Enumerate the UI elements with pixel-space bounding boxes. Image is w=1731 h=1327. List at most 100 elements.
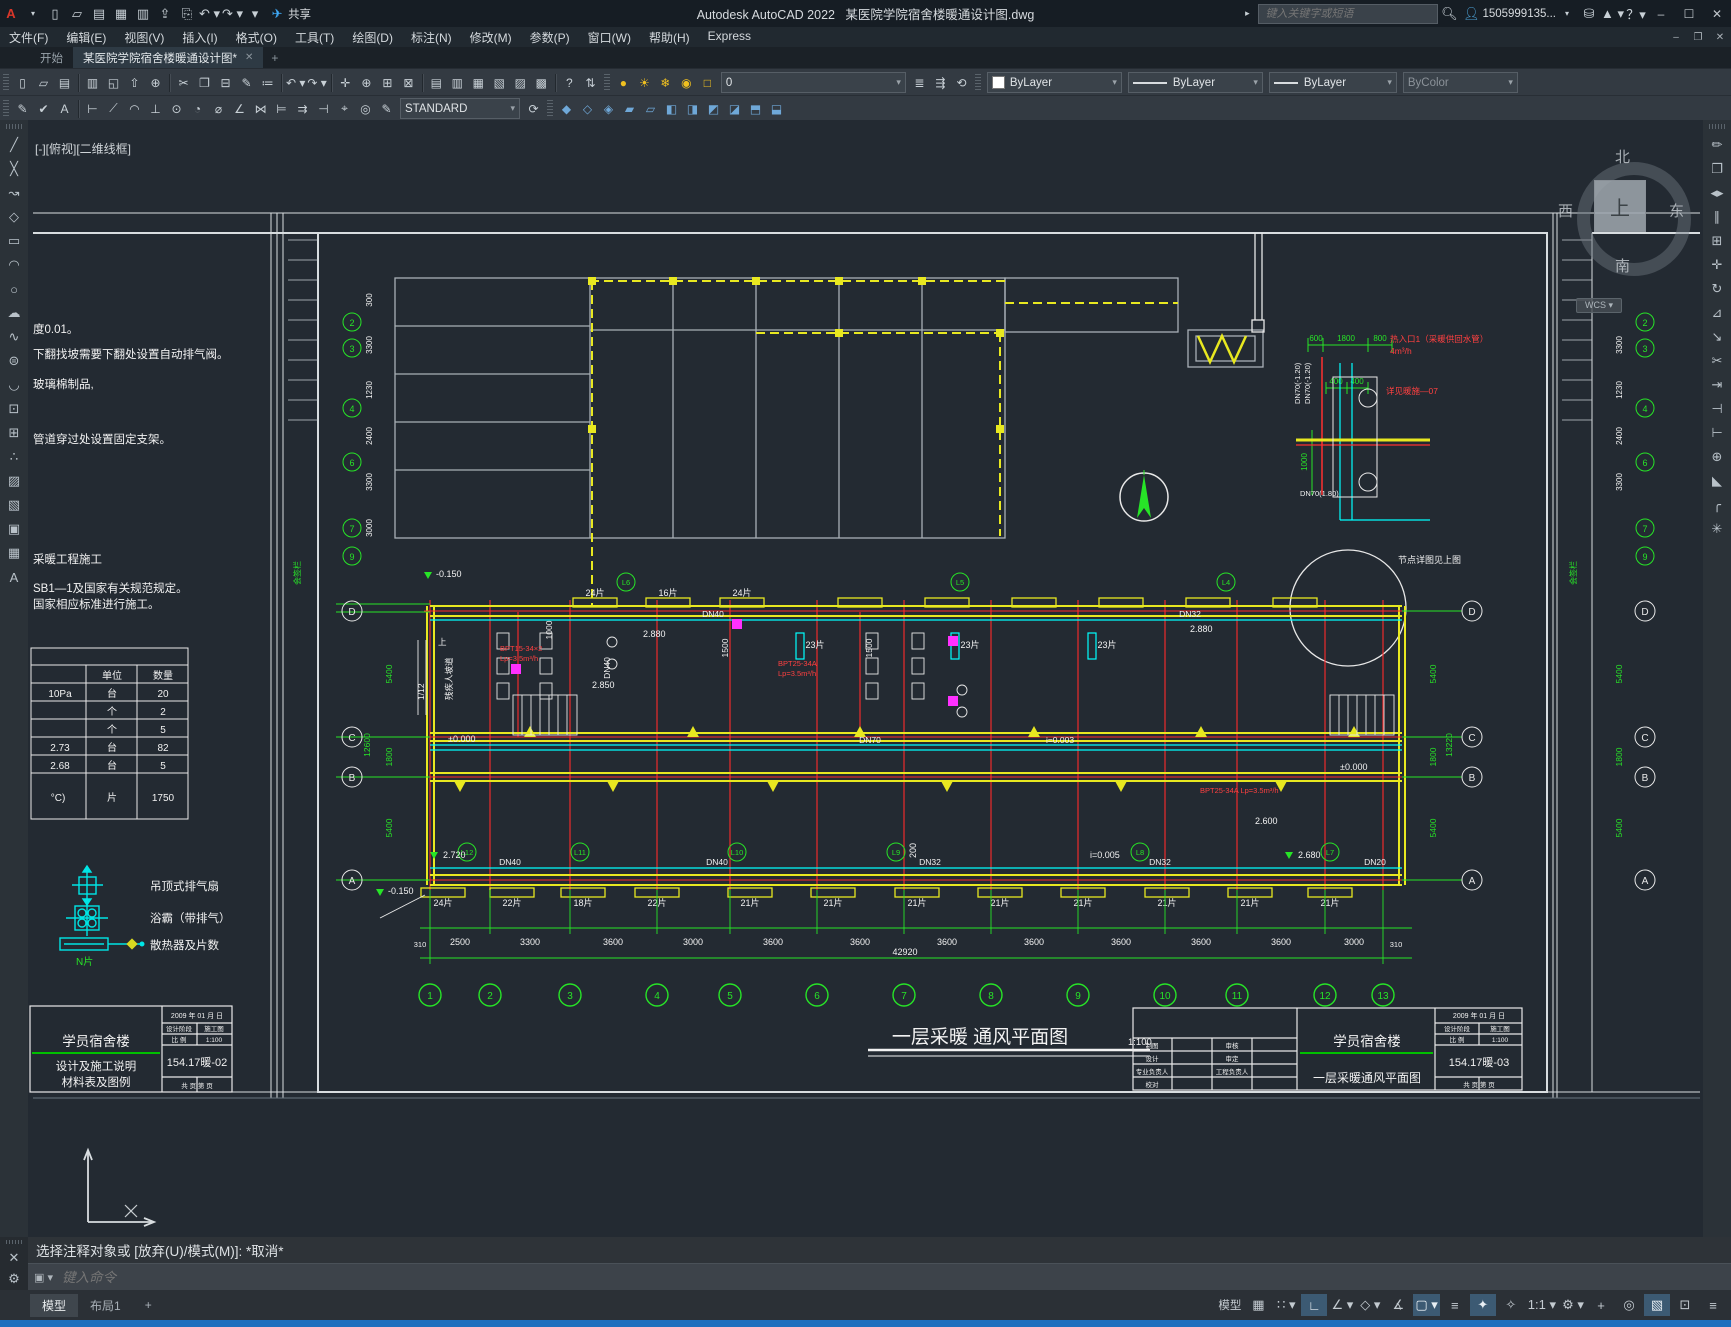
join-icon[interactable]: ⊕	[1706, 446, 1728, 468]
search-expand-icon[interactable]: ▸	[1237, 4, 1257, 24]
search-icon[interactable]: 🔍︎	[1439, 4, 1459, 24]
point-icon[interactable]: ∴	[3, 446, 25, 468]
grid-icon[interactable]: ▦	[1245, 1294, 1271, 1316]
extend-icon[interactable]: ⇥	[1706, 374, 1728, 396]
undo-icon[interactable]: ↶ ▾	[199, 4, 220, 24]
drawing[interactable]: 会签栏 会签栏 度0.01。 下翻找坡需要下翻处设置自动排气阀。 玻璃棉制品, …	[28, 120, 1703, 1237]
tab-start[interactable]: 开始	[30, 47, 73, 68]
new-layout-button[interactable]: +	[133, 1295, 164, 1315]
spell-check-icon[interactable]: ✔	[34, 99, 53, 118]
menu-item[interactable]: 帮助(H)	[640, 29, 699, 46]
previous-layer-icon[interactable]: ⟲	[952, 73, 971, 92]
user-icon[interactable]: 👤︎	[1461, 4, 1481, 24]
zoom-previous-icon[interactable]: ⊠	[399, 73, 418, 92]
annotation-visibility-icon[interactable]: ✦	[1469, 1294, 1496, 1316]
maximize-button[interactable]: ☐	[1675, 7, 1703, 21]
polyline-icon[interactable]: ↝	[3, 182, 25, 204]
command-prompt-icon[interactable]: ▣ ▾	[34, 1271, 53, 1284]
layer-color-icon[interactable]: □	[698, 73, 717, 92]
ellipse-arc-icon[interactable]: ◡	[3, 374, 25, 396]
lineweight-dropdown[interactable]: ByLayer ▾	[1268, 72, 1397, 93]
line-icon[interactable]: ╱	[3, 134, 25, 156]
layer-dropdown[interactable]: 0 ▾	[720, 72, 906, 93]
dim-tolerance-icon[interactable]: ⌖	[335, 99, 354, 118]
color-dropdown[interactable]: ByLayer ▾	[986, 72, 1122, 93]
match-layer-icon[interactable]: ⇶	[931, 73, 950, 92]
qat-more-icon[interactable]: ▾	[245, 4, 265, 24]
ortho-icon[interactable]: ∟	[1301, 1294, 1328, 1316]
save-icon[interactable]: ▤	[89, 4, 109, 24]
dim-break-icon[interactable]: ⊣	[314, 99, 333, 118]
copy-icon[interactable]: ❐	[195, 73, 214, 92]
close-button[interactable]: ✕	[1703, 7, 1731, 21]
workspace-icon[interactable]: ⚙ ▾	[1560, 1294, 1586, 1316]
polar-icon[interactable]: ∠ ▾	[1329, 1294, 1355, 1316]
doc-close-button[interactable]: ✕	[1709, 32, 1731, 43]
properties-icon[interactable]: ▦	[469, 73, 488, 92]
mtext-icon[interactable]: A	[3, 566, 25, 588]
viewcube-north[interactable]: 北	[1615, 146, 1630, 167]
menu-item[interactable]: 插入(I)	[173, 29, 226, 46]
layer-lock-icon[interactable]: ◉	[677, 73, 696, 92]
layer-thaw-icon[interactable]: ☀	[635, 73, 654, 92]
help-icon[interactable]: ？▾	[1626, 4, 1646, 24]
new-tab-button[interactable]: +	[263, 51, 286, 65]
offset-icon[interactable]: ∥	[1706, 206, 1728, 228]
menu-item[interactable]: Express	[699, 29, 760, 46]
rotate-icon[interactable]: ↻	[1706, 278, 1728, 300]
undo-icon[interactable]: ↶ ▾	[286, 73, 305, 92]
dim-quick-icon[interactable]: ⋈	[251, 99, 270, 118]
spline-icon[interactable]: ∿	[3, 326, 25, 348]
ellipse-icon[interactable]: ⊜	[3, 350, 25, 372]
make-block-icon[interactable]: ⊞	[3, 422, 25, 444]
dim-jogged-icon[interactable]: ◔	[188, 99, 207, 118]
app-store-icon[interactable]: ⛁	[1579, 4, 1599, 24]
dim-aligned-icon[interactable]: ⟋	[104, 99, 123, 118]
command-input[interactable]	[59, 1269, 564, 1286]
scale-icon[interactable]: ⊿	[1706, 302, 1728, 324]
viewcube-south[interactable]: 南	[1615, 255, 1630, 276]
3dmove-icon[interactable]: ⬒	[746, 99, 765, 118]
loft-icon[interactable]: ◨	[683, 99, 702, 118]
move-icon[interactable]: ✛	[1706, 254, 1728, 276]
export-icon[interactable]: ⊕	[146, 73, 165, 92]
wcs-menu[interactable]: WCS ▾	[1576, 298, 1623, 313]
doc-restore-button[interactable]: ❐	[1687, 32, 1709, 43]
break-icon[interactable]: ⊢	[1706, 422, 1728, 444]
account-name[interactable]: 1505999135...	[1482, 8, 1556, 20]
extrude-icon[interactable]: ▰	[620, 99, 639, 118]
cut-icon[interactable]: ✂	[174, 73, 193, 92]
search-input[interactable]	[1263, 6, 1434, 21]
viewport-controls[interactable]: [-][俯视][二维线框]	[35, 140, 131, 157]
xline-icon[interactable]: ╳	[3, 158, 25, 180]
table-icon[interactable]: ▦	[3, 542, 25, 564]
plot-icon[interactable]: ▥	[133, 4, 153, 24]
menu-item[interactable]: 视图(V)	[115, 29, 173, 46]
customize-icon[interactable]: ≡	[1700, 1294, 1726, 1316]
osnap-icon[interactable]: ▢ ▾	[1413, 1294, 1440, 1316]
sheetset-icon[interactable]: ▧	[490, 73, 509, 92]
plot-icon[interactable]: ▥	[83, 73, 102, 92]
menu-item[interactable]: 文件(F)	[0, 29, 57, 46]
layer-properties-icon[interactable]: ▤	[427, 73, 446, 92]
save-icon[interactable]: ▤	[55, 73, 74, 92]
pan-icon[interactable]: ✛	[336, 73, 355, 92]
match-properties-icon[interactable]: ✎	[237, 73, 256, 92]
share-icon[interactable]: ✈	[267, 4, 287, 24]
snap-icon[interactable]: ∷ ▾	[1273, 1294, 1299, 1316]
toolpalette-icon[interactable]: ▨	[511, 73, 530, 92]
share-label[interactable]: 共享	[288, 6, 311, 22]
revolve-icon[interactable]: ▱	[641, 99, 660, 118]
zoom-window-icon[interactable]: ⊞	[378, 73, 397, 92]
stretch-icon[interactable]: ↘	[1706, 326, 1728, 348]
menu-item[interactable]: 修改(M)	[461, 29, 521, 46]
annotation-scale[interactable]: 1:1 ▾	[1526, 1294, 1558, 1316]
revcloud-icon[interactable]: ☁	[3, 302, 25, 324]
help-icon[interactable]: ?	[560, 73, 579, 92]
dim-linear-icon[interactable]: ⊢	[83, 99, 102, 118]
publish-icon[interactable]: ⇪	[155, 4, 175, 24]
viewcube-east[interactable]: 东	[1669, 200, 1684, 221]
layer-viewport-icon[interactable]: ❄	[656, 73, 675, 92]
search-box[interactable]	[1258, 3, 1439, 24]
print-icon[interactable]: ⎘	[177, 4, 197, 24]
